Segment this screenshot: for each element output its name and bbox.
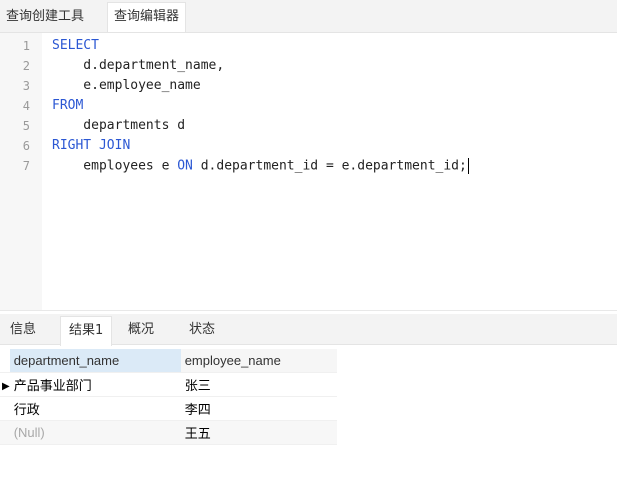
text-cursor [467,158,469,174]
code-line: FROM [52,98,83,113]
code-line: d.department_name, [52,58,224,73]
cell-department-name-null[interactable]: (Null) [9,420,181,445]
cell-employee-name[interactable]: 李四 [180,396,337,421]
row-header [0,396,10,421]
line-number: 3 [22,79,30,93]
row-header [0,420,10,445]
result-grid[interactable]: department_name employee_name ▶ 产品事业部门 张… [0,349,337,445]
tab-status[interactable]: 状态 [181,316,223,344]
line-number-gutter: 1 2 3 4 5 6 7 [0,33,42,310]
row-header-corner [0,349,10,373]
code-text: e.employee_name [52,78,201,93]
tab-query-builder[interactable]: 查询创建工具 [0,3,90,31]
cell-employee-name[interactable]: 王五 [180,420,337,445]
line-number: 6 [22,139,30,153]
code-line: e.employee_name [52,78,201,93]
line-number: 4 [22,99,30,113]
line-number: 2 [22,59,30,73]
result-tab-bar: 信息 结果1 概况 状态 [0,314,617,346]
code-text: employees e [52,158,178,174]
tab-query-editor[interactable]: 查询编辑器 [107,2,187,32]
header-row: department_name employee_name [0,349,337,373]
table-row[interactable]: 行政 李四 [0,396,337,421]
cell-department-name[interactable]: 行政 [9,396,181,421]
code-line: SELECT [52,38,99,53]
tab-info[interactable]: 信息 [2,316,44,344]
cell-employee-name[interactable]: 张三 [180,372,337,397]
table-row[interactable]: ▶ 产品事业部门 张三 [0,372,337,397]
top-tab-bar: 查询创建工具 查询编辑器 [0,0,617,33]
line-number: 1 [22,39,30,53]
sql-keyword: FROM [52,98,84,113]
sql-keyword: RIGHT JOIN [52,138,131,153]
code-line: RIGHT JOIN [52,138,130,153]
code-text: departments d [52,118,186,133]
tab-profile[interactable]: 概况 [120,316,162,344]
line-number: 7 [22,159,30,173]
cell-department-name[interactable]: 产品事业部门 [9,372,181,397]
code-text: d.department_id = e.department_id; [192,158,467,174]
sql-keyword: SELECT [52,38,99,53]
code-line: departments d [52,118,185,133]
code-text: d.department_name, [52,58,225,73]
code-line: employees e ON d.department_id = e.depar… [52,158,469,174]
tab-result1[interactable]: 结果1 [60,316,113,346]
sql-editor[interactable]: 1 2 3 4 5 6 7 SELECT d.department_name, … [0,33,617,311]
line-number: 5 [22,119,30,133]
column-header-department-name[interactable]: department_name [9,349,181,373]
current-row-indicator-icon: ▶ [0,372,10,397]
column-header-employee-name[interactable]: employee_name [180,349,337,373]
sql-keyword: ON [177,158,193,174]
table-row[interactable]: (Null) 王五 [0,420,337,445]
